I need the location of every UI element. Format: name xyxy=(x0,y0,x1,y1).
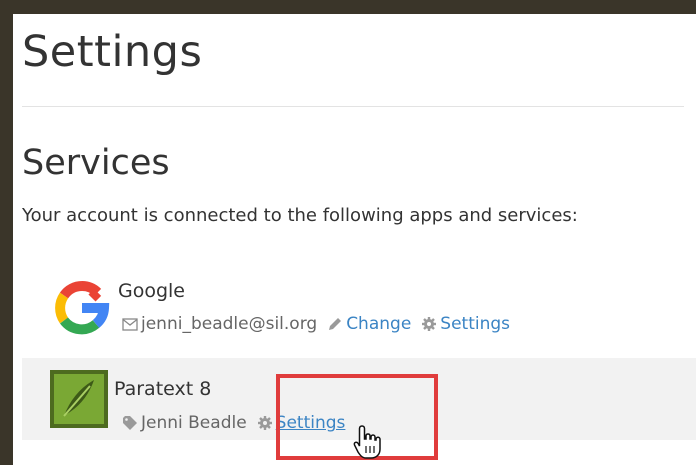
google-logo-icon xyxy=(55,280,110,335)
google-account-email: jenni_beadle@sil.org xyxy=(141,314,318,334)
tag-icon xyxy=(122,415,138,431)
paratext-settings-link[interactable]: Settings xyxy=(276,412,346,434)
services-heading: Services xyxy=(22,143,170,183)
service-name-paratext: Paratext 8 xyxy=(114,378,212,400)
google-meta: jenni_beadle@sil.org Change Settings xyxy=(122,313,510,335)
pencil-icon xyxy=(327,316,343,332)
divider xyxy=(22,106,684,107)
google-settings-link[interactable]: Settings xyxy=(440,313,510,335)
google-change-link[interactable]: Change xyxy=(346,313,411,335)
paratext-logo-icon xyxy=(50,370,108,428)
gear-icon xyxy=(421,316,437,332)
service-name-google: Google xyxy=(118,280,186,302)
service-row-google: Google jenni_beadle@sil.org Change Setti… xyxy=(22,262,696,352)
envelope-icon xyxy=(122,317,138,331)
hand-cursor-icon xyxy=(353,425,381,459)
page-title: Settings xyxy=(22,27,203,77)
paratext-meta: Jenni Beadle Settings xyxy=(122,412,345,434)
services-description: Your account is connected to the followi… xyxy=(22,205,578,226)
gear-icon xyxy=(257,415,273,431)
paratext-account-name: Jenni Beadle xyxy=(141,413,247,433)
